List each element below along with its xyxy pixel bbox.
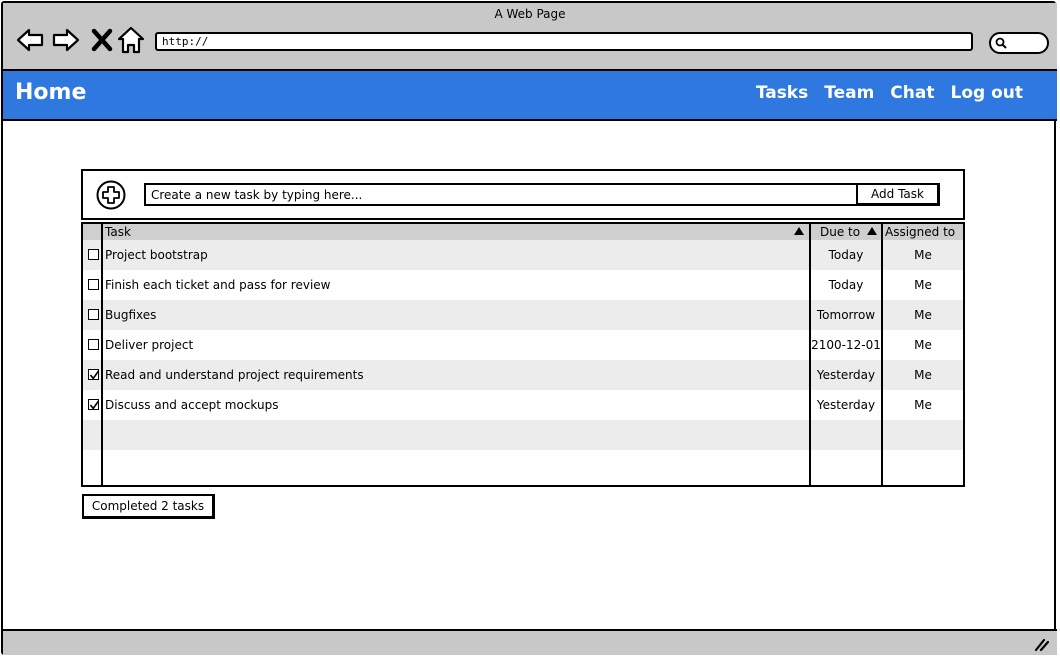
- completed-tasks-button[interactable]: Completed 2 tasks: [82, 494, 215, 519]
- task-name: Read and understand project requirements: [105, 368, 364, 382]
- task-assignee: Me: [914, 308, 932, 322]
- table-header: Task Due to Assigned to: [83, 224, 963, 240]
- table-row[interactable]: Discuss and accept mockups Yesterday Me: [83, 390, 963, 420]
- nav-chat[interactable]: Chat: [890, 83, 934, 103]
- empty-table-row: [83, 420, 963, 450]
- column-divider: [881, 224, 883, 485]
- column-header-task[interactable]: Task: [105, 224, 131, 240]
- back-arrow-icon[interactable]: [15, 25, 45, 55]
- column-divider: [809, 224, 811, 485]
- task-name: Project bootstrap: [105, 248, 208, 262]
- checkmark-icon: [89, 400, 100, 410]
- window-title: A Web Page: [494, 7, 566, 21]
- magnifier-icon: [995, 37, 1007, 49]
- sort-asc-icon[interactable]: [794, 227, 804, 235]
- task-name: Bugfixes: [105, 308, 157, 322]
- task-assignee: Me: [914, 248, 932, 262]
- address-bar[interactable]: http://: [155, 32, 973, 51]
- status-bar: [3, 629, 1057, 655]
- nav-team[interactable]: Team: [824, 83, 874, 103]
- task-checkbox[interactable]: [88, 249, 99, 260]
- resize-grip-icon[interactable]: [1033, 637, 1049, 651]
- task-name: Deliver project: [105, 338, 194, 352]
- task-name: Finish each ticket and pass for review: [105, 278, 331, 292]
- app-header: Home Tasks Team Chat Log out: [3, 71, 1057, 121]
- task-name: Discuss and accept mockups: [105, 398, 279, 412]
- brand-home[interactable]: Home: [15, 80, 86, 105]
- plus-circle-icon[interactable]: [96, 180, 126, 210]
- task-due-date: Tomorrow: [816, 308, 876, 322]
- task-due-date: 2100-12-01: [811, 338, 881, 352]
- sort-asc-icon[interactable]: [867, 227, 877, 235]
- home-icon[interactable]: [116, 25, 146, 55]
- browser-chrome: A Web Page http://: [3, 3, 1057, 71]
- table-row[interactable]: Bugfixes Tomorrow Me: [83, 300, 963, 330]
- task-checkbox[interactable]: [88, 369, 100, 380]
- table-row[interactable]: Project bootstrap Today Me: [83, 240, 963, 270]
- empty-table-row: [83, 450, 963, 480]
- nav-log-out[interactable]: Log out: [950, 83, 1023, 103]
- forward-arrow-icon[interactable]: [51, 25, 81, 55]
- task-due-date: Yesterday: [816, 368, 876, 382]
- top-nav: Tasks Team Chat Log out: [756, 83, 1023, 103]
- column-divider: [101, 224, 103, 485]
- task-due-date: Yesterday: [816, 398, 876, 412]
- table-row[interactable]: Finish each ticket and pass for review To…: [83, 270, 963, 300]
- task-table: Task Due to Assigned to Project bootstra…: [81, 222, 965, 487]
- nav-tasks[interactable]: Tasks: [756, 83, 808, 103]
- task-due-date: Today: [828, 278, 864, 292]
- stop-x-icon[interactable]: [87, 25, 117, 55]
- table-row[interactable]: Deliver project 2100-12-01 Me: [83, 330, 963, 360]
- browser-search-field[interactable]: [989, 32, 1049, 54]
- checkmark-icon: [89, 370, 100, 380]
- add-task-button[interactable]: Add Task: [856, 183, 940, 206]
- column-header-assigned[interactable]: Assigned to: [885, 224, 955, 240]
- task-assignee: Me: [914, 278, 932, 292]
- new-task-input[interactable]: [144, 183, 859, 206]
- task-due-date: Today: [828, 248, 864, 262]
- task-assignee: Me: [914, 368, 932, 382]
- task-checkbox[interactable]: [88, 309, 99, 320]
- task-checkbox[interactable]: [88, 339, 99, 350]
- table-row[interactable]: Read and understand project requirements…: [83, 360, 963, 390]
- task-checkbox[interactable]: [88, 279, 99, 290]
- task-assignee: Me: [914, 338, 932, 352]
- column-header-due[interactable]: Due to: [820, 224, 860, 240]
- add-task-panel: Add Task: [81, 169, 965, 220]
- task-assignee: Me: [914, 398, 932, 412]
- task-checkbox[interactable]: [88, 399, 100, 410]
